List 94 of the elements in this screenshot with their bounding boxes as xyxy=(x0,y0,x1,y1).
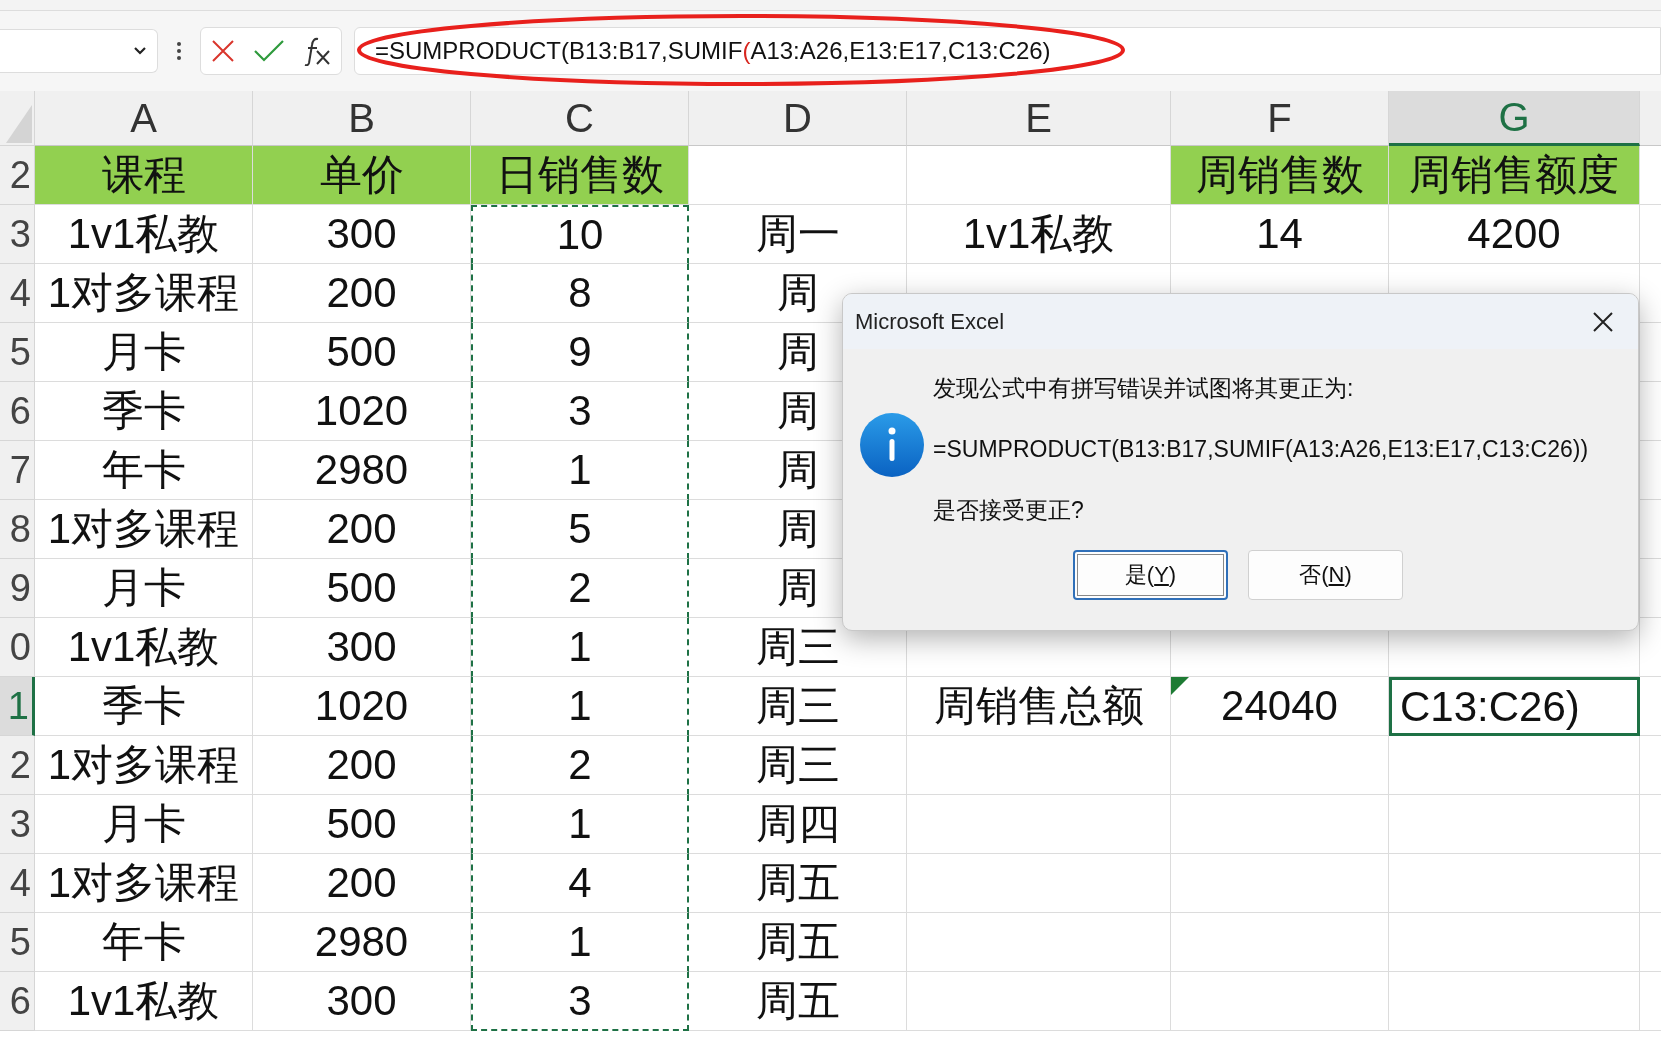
chevron-down-icon xyxy=(133,46,147,56)
row-header[interactable]: 5 xyxy=(0,323,35,382)
table-cell: 500 xyxy=(253,795,471,854)
function-icon[interactable] xyxy=(302,36,333,66)
table-cell: 300 xyxy=(253,205,471,264)
table-cell: 24040 xyxy=(1171,677,1389,736)
corrected-formula: =SUMPRODUCT(B13:B17,SUMIF(A13:A26,E13:E17,C13:C26)) xyxy=(933,436,1589,463)
table-cell: 周五 xyxy=(689,854,907,913)
table-cell: 1对多课程 xyxy=(35,500,253,559)
table-cell: 14 xyxy=(1171,205,1389,264)
dialog-message: 发现公式中有拼写错误并试图将其更正为: xyxy=(933,374,1355,403)
table-cell: 200 xyxy=(253,500,471,559)
info-icon xyxy=(859,411,925,478)
table-cell: 周销售数 xyxy=(1171,146,1389,205)
row-header[interactable]: 8 xyxy=(0,500,35,559)
table-cell: 500 xyxy=(253,323,471,382)
row-header[interactable]: 0 xyxy=(0,618,35,677)
row-header[interactable]: 4 xyxy=(0,264,35,323)
table-cell: 2980 xyxy=(253,913,471,972)
table-cell: 4200 xyxy=(1389,205,1640,264)
table-cell: 1对多课程 xyxy=(35,264,253,323)
table-cell: 500 xyxy=(253,559,471,618)
table-cell: 3 xyxy=(471,382,689,441)
table-cell: 周销售总额 xyxy=(907,677,1171,736)
row-header[interactable]: 7 xyxy=(0,441,35,500)
table-cell: 200 xyxy=(253,736,471,795)
row-header[interactable]: 6 xyxy=(0,972,35,1031)
table-cell: 1v1私教 xyxy=(35,972,253,1031)
row-header[interactable]: 3 xyxy=(0,205,35,264)
row-header[interactable]: 5 xyxy=(0,913,35,972)
table-cell: 1v1私教 xyxy=(907,205,1171,264)
table-cell: 日销售数 xyxy=(471,146,689,205)
dialog-button[interactable]: 否(N) xyxy=(1248,550,1403,600)
column-header[interactable]: D xyxy=(689,91,907,146)
row-header[interactable]: 2 xyxy=(0,736,35,795)
table-cell: 年卡 xyxy=(35,441,253,500)
table-cell: 周一 xyxy=(689,205,907,264)
table-cell: 2 xyxy=(471,736,689,795)
table-cell: 1对多课程 xyxy=(35,854,253,913)
table-cell: 季卡 xyxy=(35,382,253,441)
table-cell: 2980 xyxy=(253,441,471,500)
column-header[interactable]: C xyxy=(471,91,689,146)
table-cell: 周五 xyxy=(689,972,907,1031)
table-cell: 年卡 xyxy=(35,913,253,972)
table-cell: 周五 xyxy=(689,913,907,972)
table-cell: 1 xyxy=(471,441,689,500)
table-cell: 月卡 xyxy=(35,559,253,618)
table-cell: 1 xyxy=(471,677,689,736)
table-cell: 4 xyxy=(471,854,689,913)
table-cell: 2 xyxy=(471,559,689,618)
table-cell: 季卡 xyxy=(35,677,253,736)
table-cell: 300 xyxy=(253,618,471,677)
table-cell: 周三 xyxy=(689,677,907,736)
row-header[interactable]: 3 xyxy=(0,795,35,854)
row-header[interactable]: 9 xyxy=(0,559,35,618)
row-header[interactable]: 2 xyxy=(0,146,35,205)
table-cell: 3 xyxy=(471,972,689,1031)
table-cell: 课程 xyxy=(35,146,253,205)
dialog-button[interactable]: 是(Y) xyxy=(1073,550,1228,600)
table-cell: 1 xyxy=(471,913,689,972)
column-header[interactable]: F xyxy=(1171,91,1389,146)
table-cell: 1020 xyxy=(253,382,471,441)
table-cell: 1020 xyxy=(253,677,471,736)
table-cell: 周三 xyxy=(689,736,907,795)
table-cell: 300 xyxy=(253,972,471,1031)
table-cell: 周四 xyxy=(689,795,907,854)
table-cell: 单价 xyxy=(253,146,471,205)
close-icon[interactable] xyxy=(1592,310,1614,333)
table-cell: 9 xyxy=(471,323,689,382)
table-cell: 1 xyxy=(471,795,689,854)
table-cell: 200 xyxy=(253,854,471,913)
table-cell: 10 xyxy=(471,205,689,264)
table-cell: 8 xyxy=(471,264,689,323)
dialog-question: 是否接受更正? xyxy=(933,496,1085,525)
row-header[interactable]: 1 xyxy=(0,677,35,736)
table-cell: 1v1私教 xyxy=(35,618,253,677)
column-header[interactable]: A xyxy=(35,91,253,146)
column-header[interactable]: E xyxy=(907,91,1171,146)
table-cell: 月卡 xyxy=(35,323,253,382)
table-cell: 5 xyxy=(471,500,689,559)
row-header[interactable]: 4 xyxy=(0,854,35,913)
check-icon[interactable] xyxy=(253,38,285,64)
table-cell: 1对多课程 xyxy=(35,736,253,795)
column-header[interactable]: B xyxy=(253,91,471,146)
cancel-icon[interactable] xyxy=(209,38,236,64)
row-header[interactable]: 6 xyxy=(0,382,35,441)
table-cell: 1 xyxy=(471,618,689,677)
table-cell: 周销售额度 xyxy=(1389,146,1640,205)
table-cell: C13:C26) xyxy=(1389,677,1640,736)
more-icon[interactable] xyxy=(176,41,182,61)
column-header[interactable]: G xyxy=(1389,91,1640,146)
table-cell: 月卡 xyxy=(35,795,253,854)
table-cell: 1v1私教 xyxy=(35,205,253,264)
table-cell: 200 xyxy=(253,264,471,323)
